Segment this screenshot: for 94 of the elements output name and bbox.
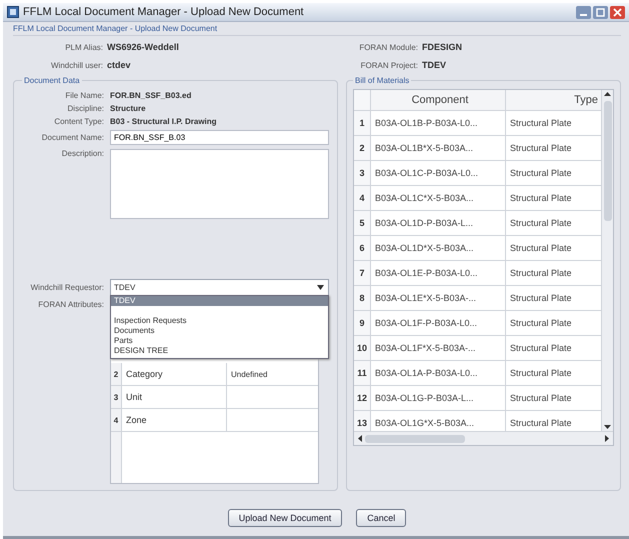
dropdown-option[interactable]: Inspection Requests xyxy=(111,316,328,326)
table-cell: B03A-OL1C-P-B03A-L0... xyxy=(371,161,506,185)
cancel-button[interactable]: Cancel xyxy=(356,509,406,527)
description-field[interactable] xyxy=(110,149,329,219)
table-cell-text: Structural Plate xyxy=(509,117,573,130)
row-number: 5 xyxy=(354,211,371,235)
row-number: 4 xyxy=(111,409,122,431)
field-label: FORAN Module: xyxy=(358,42,418,52)
field-value: ctdev xyxy=(107,60,131,70)
field-value: TDEV xyxy=(422,60,446,70)
vertical-scrollbar[interactable] xyxy=(601,90,613,431)
horizontal-scrollbar[interactable] xyxy=(354,431,613,445)
table-cell-text: Undefined xyxy=(230,368,268,380)
column-header[interactable]: Component xyxy=(371,90,506,110)
table-cell: Unit xyxy=(122,386,227,408)
table-cell-text: Structural Plate xyxy=(509,217,573,230)
table-cell: Zone xyxy=(122,409,227,431)
row-number: 8 xyxy=(354,286,371,310)
table-cell: B03A-OL1B-P-B03A-L0... xyxy=(371,111,506,135)
row-number: 4 xyxy=(354,186,371,210)
field-label: Discipline: xyxy=(66,104,104,113)
window-icon xyxy=(7,6,19,18)
close-icon xyxy=(613,8,622,16)
table-cell: B03A-OL1E*X-5-B03A-... xyxy=(371,286,506,310)
table-cell-text: Structural Plate xyxy=(509,167,573,180)
table-cell: B03A-OL1B*X-5-B03A... xyxy=(371,136,506,160)
table-cell: B03A-OL1D*X-5-B03A... xyxy=(371,236,506,260)
row-number: 13 xyxy=(354,411,371,431)
scroll-right-icon[interactable] xyxy=(602,434,611,443)
row-number: 2 xyxy=(111,363,122,385)
table-cell: B03A-OL1C*X-5-B03A... xyxy=(371,186,506,210)
table-cell-text: Structural Plate xyxy=(509,192,573,205)
row-number: 9 xyxy=(354,311,371,335)
table-cell-text: Structural Plate xyxy=(509,342,573,355)
minimize-button[interactable] xyxy=(576,6,591,18)
scroll-thumb[interactable] xyxy=(365,434,465,442)
table-cell-text: Structural Plate xyxy=(509,392,573,405)
field-value: B03 - Structural I.P. Drawing xyxy=(110,117,217,126)
field-label: Document Name: xyxy=(40,133,104,142)
breadcrumb: FFLM Local Document Manager - Upload New Document xyxy=(13,22,621,36)
row-number: 12 xyxy=(354,386,371,410)
field-value: WS6926-Weddell xyxy=(107,42,179,52)
dropdown-option[interactable]: Documents xyxy=(111,326,328,336)
field-label: FORAN Attributes: xyxy=(37,300,104,309)
field-label: Windchill user: xyxy=(50,60,103,70)
table-cell: B03A-OL1F-P-B03A-L0... xyxy=(371,311,506,335)
row-number: 3 xyxy=(111,386,122,408)
scroll-left-icon[interactable] xyxy=(356,434,365,443)
maximize-icon xyxy=(596,8,605,16)
table-cell-text: Structural Plate xyxy=(509,417,573,430)
dropdown-option[interactable]: DESIGN TREE xyxy=(111,346,328,356)
panel-title: Document Data xyxy=(23,76,81,85)
field-value: Structure xyxy=(110,104,146,113)
caret-icon xyxy=(317,285,324,290)
table-cell: B03A-OL1D-P-B03A-L... xyxy=(371,211,506,235)
field-label: File Name: xyxy=(64,91,104,100)
upload-button[interactable]: Upload New Document xyxy=(228,509,342,527)
maximize-button[interactable] xyxy=(593,6,608,18)
table-cell-text: Structural Plate xyxy=(509,142,573,155)
panel-title: Bill of Materials xyxy=(354,76,410,85)
close-button[interactable] xyxy=(610,6,625,18)
dropdown-option[interactable]: TDEV xyxy=(111,296,328,306)
table-cell-text: Structural Plate xyxy=(509,292,573,305)
field-value: FOR.BN_SSF_B03.ed xyxy=(110,91,192,100)
table-cell-text: Structural Plate xyxy=(509,367,573,380)
row-number: 1 xyxy=(354,111,371,135)
table-cell-text: Structural Plate xyxy=(509,317,573,330)
table-cell: B03A-OL1F*X-5-B03A-... xyxy=(371,336,506,360)
scroll-up-icon[interactable] xyxy=(603,90,612,99)
row-number: 6 xyxy=(354,236,371,260)
requestor-dropdown[interactable]: TDEV xyxy=(110,279,329,296)
table-cell: B03A-OL1A-P-B03A-L0... xyxy=(371,361,506,385)
column-header[interactable]: Type xyxy=(506,90,601,110)
field-label: Content Type: xyxy=(53,117,104,126)
row-number: 11 xyxy=(354,361,371,385)
field-label: Windchill Requestor: xyxy=(30,283,104,292)
row-number: 2 xyxy=(354,136,371,160)
table-cell: B03A-OL1E-P-B03A-L0... xyxy=(371,261,506,285)
row-number: 7 xyxy=(354,261,371,285)
field-label: PLM Alias: xyxy=(64,42,103,52)
scroll-thumb[interactable] xyxy=(604,101,612,221)
table-cell: B03A-OL1G-P-B03A-L... xyxy=(371,386,506,410)
field-label: Description: xyxy=(60,149,104,158)
table-cell-text: Structural Plate xyxy=(509,242,573,255)
dropdown-option[interactable]: Parts xyxy=(111,336,328,346)
row-number: 10 xyxy=(354,336,371,360)
field-value: FDESIGN xyxy=(422,42,462,52)
table-cell-text: Structural Plate xyxy=(509,267,573,280)
document-name-field[interactable]: FOR.BN_SSF_B.03 xyxy=(110,130,329,145)
window-title: FFLM Local Document Manager - Upload New Document xyxy=(23,6,305,18)
row-number: 3 xyxy=(354,161,371,185)
table-cell: Category xyxy=(122,363,227,385)
minimize-icon xyxy=(580,14,587,16)
field-label: FORAN Project: xyxy=(360,60,418,70)
